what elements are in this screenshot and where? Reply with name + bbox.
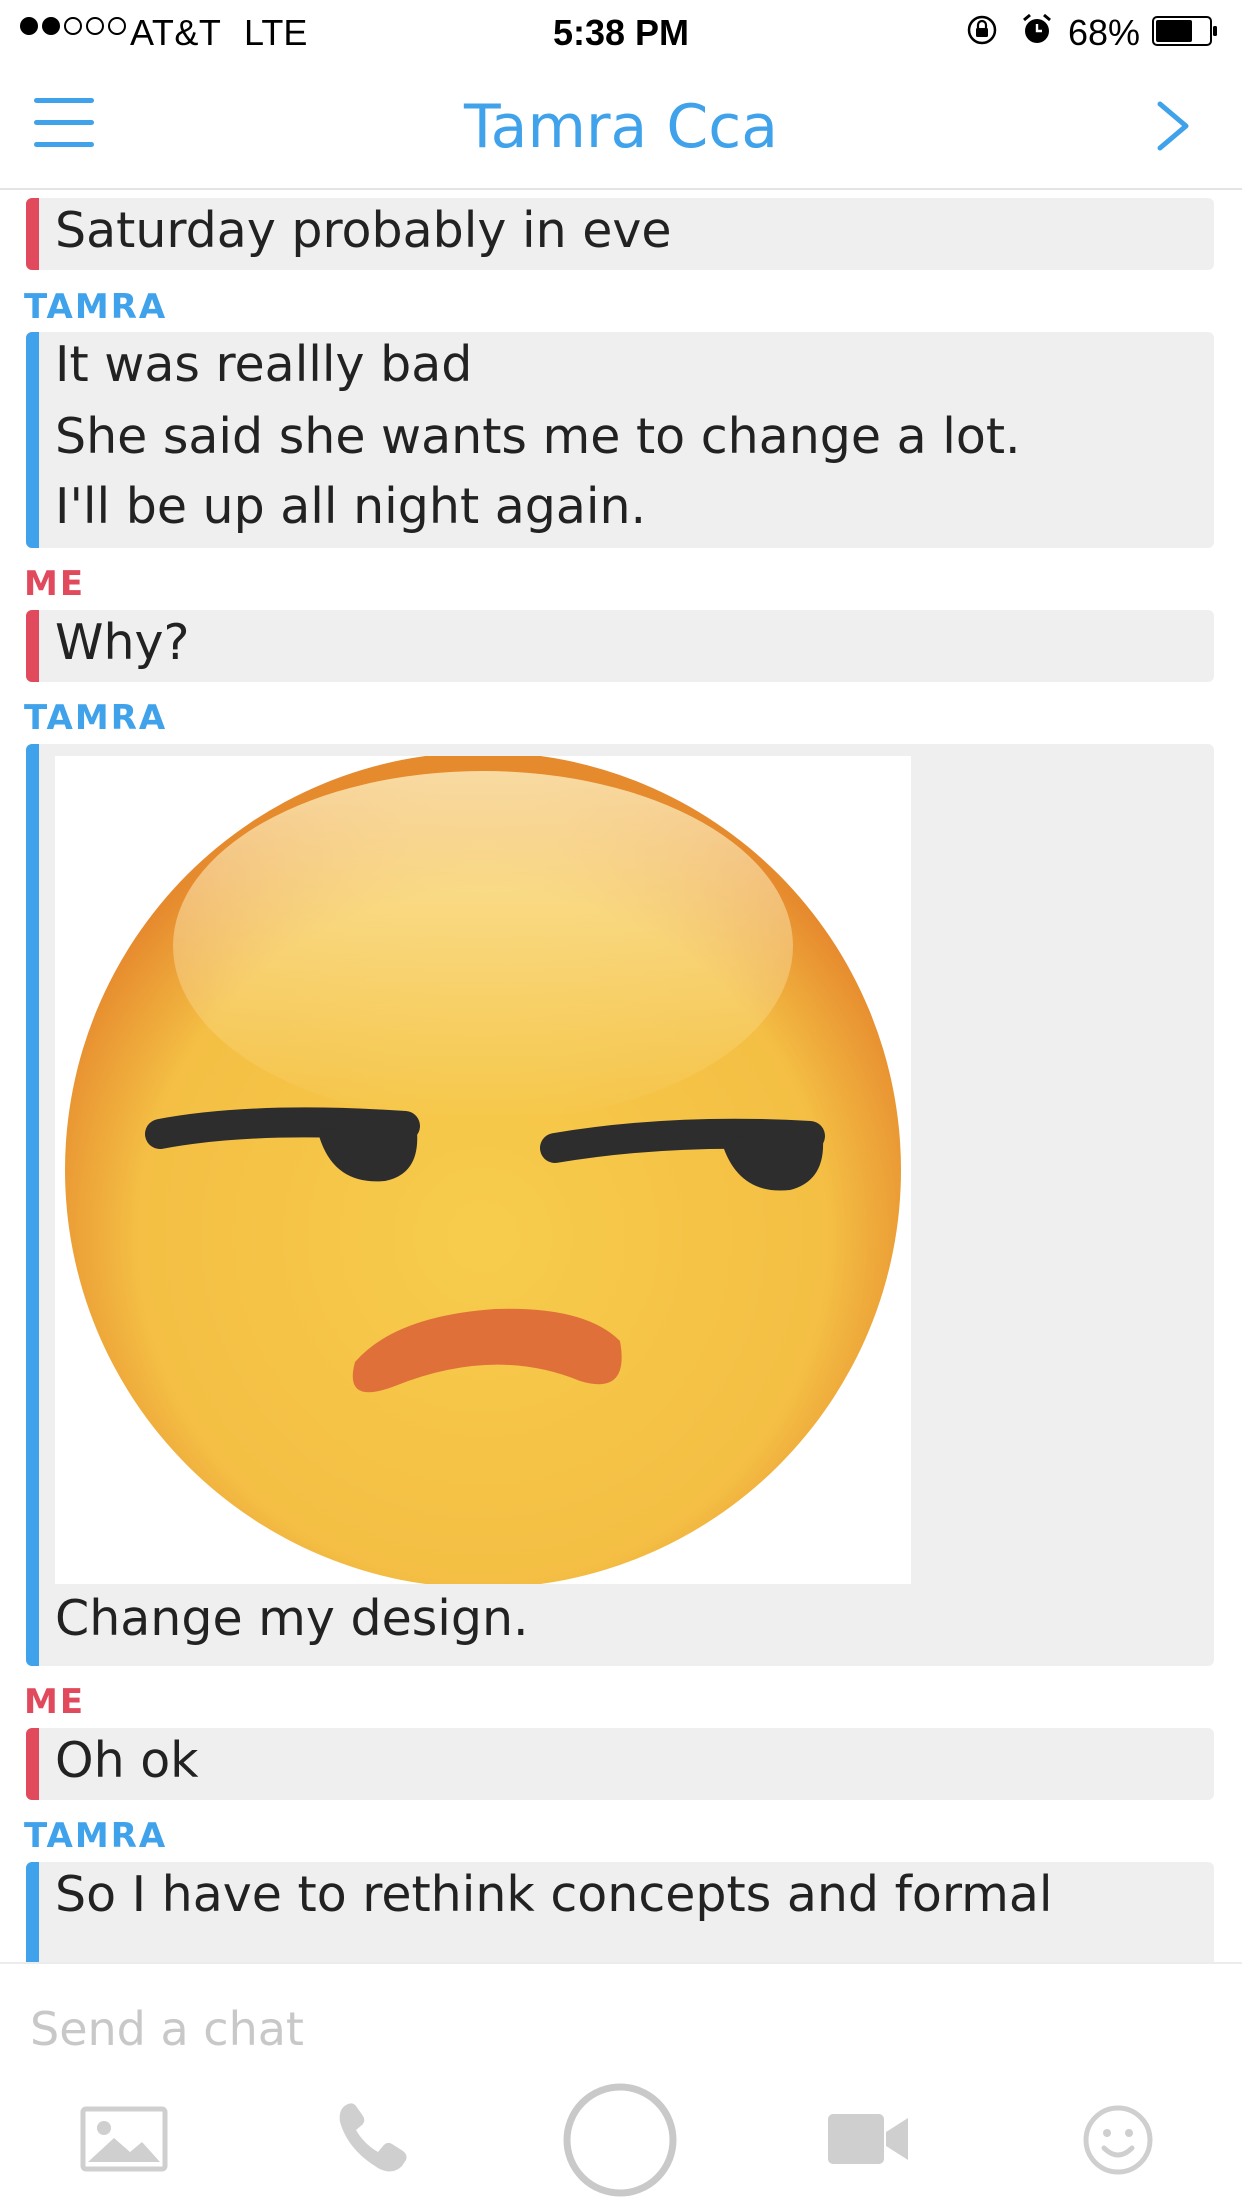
video-icon[interactable] [828,2112,910,2166]
message-text: It was reallly bad [55,336,473,393]
status-time: 5:38 PM [552,12,690,53]
chat-message: Oh ok [26,1728,1214,1800]
alarm-clock-icon [1023,13,1051,43]
message-image[interactable] [55,756,911,1584]
sender-label: TAMRA [24,1816,168,1856]
chat-screen: AT&T LTE 5:38 PM 68% Tamra Cca Saturday … [0,0,1242,2208]
battery-percentage: 68% [1068,12,1141,53]
unamused-face-emoji [65,756,901,1584]
emoji-icon[interactable] [1082,2104,1154,2176]
status-bar: AT&T LTE 5:38 PM 68% [0,0,1242,62]
chevron-right-icon[interactable] [1150,98,1196,154]
chat-header: Tamra Cca [0,62,1242,190]
message-text: She said she wants me to change a lot. [55,408,1021,465]
message-text: Why? [55,614,190,671]
sender-label: ME [24,1682,86,1722]
chat-message: Change my design. [26,744,1214,1666]
chat-composer [0,1962,1242,2208]
message-text: Saturday probably in eve [55,202,672,259]
chat-messages[interactable]: Saturday probably in eve TAMRA It was re… [0,192,1242,1962]
phone-icon[interactable] [334,2100,412,2176]
capture-button[interactable] [562,2082,678,2198]
message-text: Oh ok [55,1732,199,1789]
chat-message: So I have to rethink concepts and formal [26,1862,1214,1962]
chat-input[interactable] [30,1994,1210,2064]
conversation-title[interactable]: Tamra Cca [0,92,1242,162]
sender-label: TAMRA [24,698,168,738]
chat-message: Saturday probably in eve [26,198,1214,270]
rotation-lock-icon [967,15,997,45]
sender-label: ME [24,564,86,604]
message-text: So I have to rethink concepts and formal [55,1866,1053,1923]
message-text: Change my design. [55,1590,529,1647]
battery-icon [1152,16,1217,46]
photo-icon[interactable] [80,2106,168,2172]
message-text: I'll be up all night again. [55,478,647,535]
chat-message: Why? [26,610,1214,682]
chat-message: It was reallly bad She said she wants me… [26,332,1214,548]
sender-label: TAMRA [24,287,168,327]
